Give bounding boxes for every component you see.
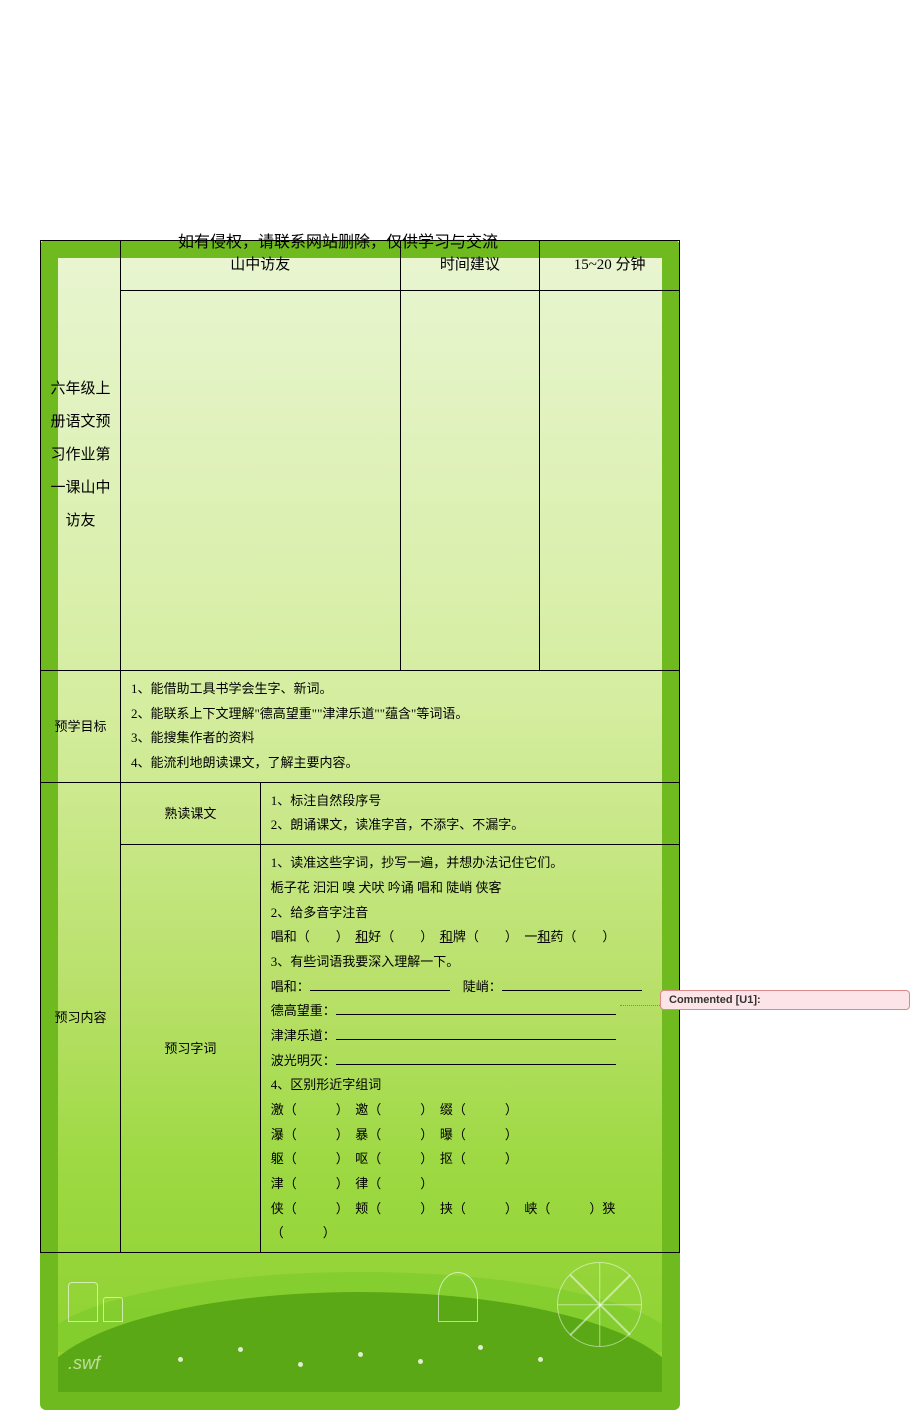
definition-line: 唱和： 陡峭： xyxy=(271,975,669,1000)
fill-blank[interactable] xyxy=(336,1051,616,1065)
section-title: 1、读准这些字词，抄写一遍，并想办法记住它们。 xyxy=(271,851,669,876)
document-page: 如有侵权，请联系网站删除，仅供学习与交流 .swf 六年级上册语文预习作业第一课… xyxy=(40,240,680,1410)
goal-item: 4、能流利地朗读课文，了解主要内容。 xyxy=(131,751,669,776)
empty-cell xyxy=(540,291,680,671)
definition-line: 津津乐道： xyxy=(271,1024,669,1049)
background-hills: .swf xyxy=(58,1242,662,1392)
disclaimer-notice: 如有侵权，请联系网站删除，仅供学习与交流 xyxy=(178,228,498,252)
comment-label: Commented [U1]: xyxy=(669,994,761,1006)
reading-label-cell: 熟读课文 xyxy=(121,782,261,844)
pair-row: 瀑（ ） 暴（ ） 曝（ ） xyxy=(271,1123,669,1148)
title-cell: 六年级上册语文预习作业第一课山中访友 xyxy=(41,241,121,671)
comment-connector xyxy=(620,1005,660,1006)
ferris-wheel-icon xyxy=(557,1262,642,1347)
pair-row: 激（ ） 邀（ ） 缀（ ） xyxy=(271,1098,669,1123)
empty-cell xyxy=(121,291,401,671)
section-title: 2、给多音字注音 xyxy=(271,901,669,926)
empty-cell xyxy=(400,291,540,671)
goal-item: 3、能搜集作者的资料 xyxy=(131,726,669,751)
reading-item: 2、朗诵课文，读准字音，不添字、不漏字。 xyxy=(271,813,669,838)
word-list: 栀子花 汩汩 嗅 犬吠 吟诵 唱和 陡峭 侠客 xyxy=(271,876,669,901)
goal-item: 1、能借助工具书学会生字、新词。 xyxy=(131,677,669,702)
reading-content-cell: 1、标注自然段序号 2、朗诵课文，读准字音，不添字、不漏字。 xyxy=(260,782,679,844)
underlined-char: 和 xyxy=(537,929,550,944)
goals-label-cell: 预学目标 xyxy=(41,671,121,783)
section-title: 3、有些词语我要深入理解一下。 xyxy=(271,950,669,975)
definition-line: 德高望重： xyxy=(271,999,669,1024)
worksheet-table: 六年级上册语文预习作业第一课山中访友 山中访友 时间建议 15~20 分钟 预学… xyxy=(40,240,680,1253)
fill-blank[interactable] xyxy=(310,977,450,991)
swf-watermark: .swf xyxy=(68,1353,100,1374)
words-content-cell: 1、读准这些字词，抄写一遍，并想办法记住它们。 栀子花 汩汩 嗅 犬吠 吟诵 唱… xyxy=(260,845,679,1253)
goals-row: 预学目标 1、能借助工具书学会生字、新词。 2、能联系上下文理解"德高望重""津… xyxy=(41,671,680,783)
pair-row: 侠（ ） 颊（ ） 挟（ ） 峡（ ）狭（ ） xyxy=(271,1197,669,1246)
underlined-char: 和 xyxy=(355,929,368,944)
goal-item: 2、能联系上下文理解"德高望重""津津乐道""蕴含"等词语。 xyxy=(131,702,669,727)
main-table-wrap: 六年级上册语文预习作业第一课山中访友 山中访友 时间建议 15~20 分钟 预学… xyxy=(40,240,680,1253)
words-label-cell: 预习字词 xyxy=(121,845,261,1253)
time-value-cell: 15~20 分钟 xyxy=(540,241,680,291)
fill-blank[interactable] xyxy=(336,1001,616,1015)
fill-blank[interactable] xyxy=(336,1026,616,1040)
preview-label-cell: 预习内容 xyxy=(41,782,121,1252)
polyphone-line: 唱和（ ） 和好（ ） 和牌（ ） 一和药（ ） xyxy=(271,925,669,950)
pair-row: 津（ ） 律（ ） xyxy=(271,1172,669,1197)
fill-blank[interactable] xyxy=(502,977,642,991)
section-title: 4、区别形近字组词 xyxy=(271,1073,669,1098)
table-row xyxy=(41,291,680,671)
underlined-char: 和 xyxy=(440,929,453,944)
words-row: 预习字词 1、读准这些字词，抄写一遍，并想办法记住它们。 栀子花 汩汩 嗅 犬吠… xyxy=(41,845,680,1253)
reading-row: 预习内容 熟读课文 1、标注自然段序号 2、朗诵课文，读准字音，不添字、不漏字。 xyxy=(41,782,680,844)
definition-line: 波光明灭： xyxy=(271,1049,669,1074)
comment-balloon[interactable]: Commented [U1]: xyxy=(660,990,910,1010)
goals-content-cell: 1、能借助工具书学会生字、新词。 2、能联系上下文理解"德高望重""津津乐道""… xyxy=(121,671,680,783)
pair-row: 躯（ ） 呕（ ） 抠（ ） xyxy=(271,1147,669,1172)
reading-item: 1、标注自然段序号 xyxy=(271,789,669,814)
